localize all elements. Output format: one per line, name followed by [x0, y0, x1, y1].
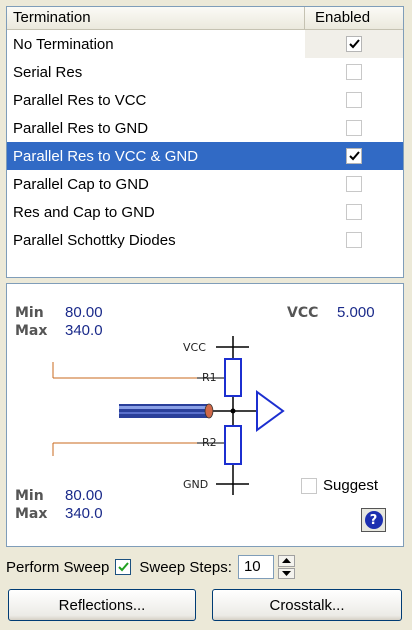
termination-label: Res and Cap to GND: [13, 203, 155, 221]
termination-panel: Termination Enabled No Termination Serial…: [6, 6, 404, 624]
receiver-buffer: [256, 390, 285, 432]
coax-cable: [119, 403, 214, 419]
enabled-checkbox[interactable]: [346, 176, 362, 192]
check-icon: [348, 39, 360, 49]
node-vcc-label: VCC: [183, 341, 206, 354]
enabled-cell: [305, 226, 403, 254]
enabled-cell: [305, 198, 403, 226]
table-row[interactable]: Parallel Schottky Diodes: [7, 226, 403, 254]
table-row[interactable]: Parallel Res to VCC: [7, 86, 403, 114]
termination-label: No Termination: [13, 35, 114, 53]
termination-label: Serial Res: [13, 63, 83, 81]
top-wire: [52, 362, 197, 379]
enabled-cell: [305, 114, 403, 142]
enabled-cell: [305, 170, 403, 198]
spin-up-button[interactable]: [277, 555, 295, 567]
r2-label: R2: [202, 436, 217, 449]
termination-label: Parallel Res to GND: [13, 119, 149, 137]
column-header-termination[interactable]: Termination: [7, 7, 305, 29]
table-row[interactable]: Parallel Cap to GND: [7, 170, 403, 198]
perform-sweep-label: Perform Sweep: [6, 558, 110, 576]
bottom-wire: [52, 442, 197, 456]
table-row[interactable]: Res and Cap to GND: [7, 198, 403, 226]
resistor-r1: [224, 358, 242, 397]
termination-label: Parallel Res to VCC: [13, 91, 147, 109]
enabled-checkbox[interactable]: [346, 64, 362, 80]
termination-label: Parallel Cap to GND: [13, 175, 149, 193]
arrow-up-icon: [281, 558, 291, 564]
enabled-cell: [305, 30, 403, 58]
termination-table: Termination Enabled No Termination Serial…: [6, 6, 404, 278]
table-header: Termination Enabled: [7, 7, 403, 30]
table-row[interactable]: Parallel Res to GND: [7, 114, 403, 142]
enabled-checkbox[interactable]: [346, 148, 362, 164]
termination-diagram: Min 80.00 Max 340.0 VCC 5.000 Min 80.00 …: [6, 283, 404, 547]
table-row[interactable]: Serial Res: [7, 58, 403, 86]
help-button[interactable]: ?: [361, 508, 386, 532]
table-row[interactable]: No Termination: [7, 30, 403, 58]
sweep-steps-spinner[interactable]: [277, 555, 295, 579]
enabled-checkbox[interactable]: [346, 232, 362, 248]
enabled-checkbox[interactable]: [346, 120, 362, 136]
suggest-toggle[interactable]: Suggest: [301, 477, 378, 494]
suggest-label: Suggest: [323, 477, 379, 494]
enabled-cell: [305, 142, 403, 170]
enabled-cell: [305, 86, 403, 114]
enabled-checkbox[interactable]: [346, 36, 362, 52]
spin-down-button[interactable]: [277, 567, 295, 579]
enabled-cell: [305, 58, 403, 86]
enabled-checkbox[interactable]: [346, 204, 362, 220]
reflections-button[interactable]: Reflections...: [8, 589, 196, 621]
sweep-steps-label: Sweep Steps:: [139, 558, 232, 576]
table-body: No Termination Serial Res Parallel Res to …: [7, 30, 403, 254]
termination-label: Parallel Res to VCC & GND: [13, 147, 199, 165]
check-icon: [348, 151, 360, 161]
node-gnd-label: GND: [183, 478, 209, 491]
column-header-enabled[interactable]: Enabled: [305, 7, 403, 29]
sweep-steps-input[interactable]: 10: [237, 555, 274, 579]
perform-sweep-checkbox[interactable]: [115, 559, 132, 575]
arrow-down-icon: [281, 570, 291, 576]
resistor-r2: [224, 425, 242, 465]
check-icon: [118, 562, 129, 572]
r1-label: R1: [202, 371, 217, 384]
enabled-checkbox[interactable]: [346, 92, 362, 108]
table-row[interactable]: Parallel Res to VCC & GND: [7, 142, 403, 170]
sweep-bar: Perform Sweep Sweep Steps: 10: [6, 553, 404, 581]
termination-label: Parallel Schottky Diodes: [13, 231, 176, 249]
suggest-checkbox[interactable]: [301, 477, 317, 494]
schematic: [52, 336, 285, 495]
question-mark-icon: ?: [364, 511, 383, 529]
crosstalk-button[interactable]: Crosstalk...: [212, 589, 402, 621]
